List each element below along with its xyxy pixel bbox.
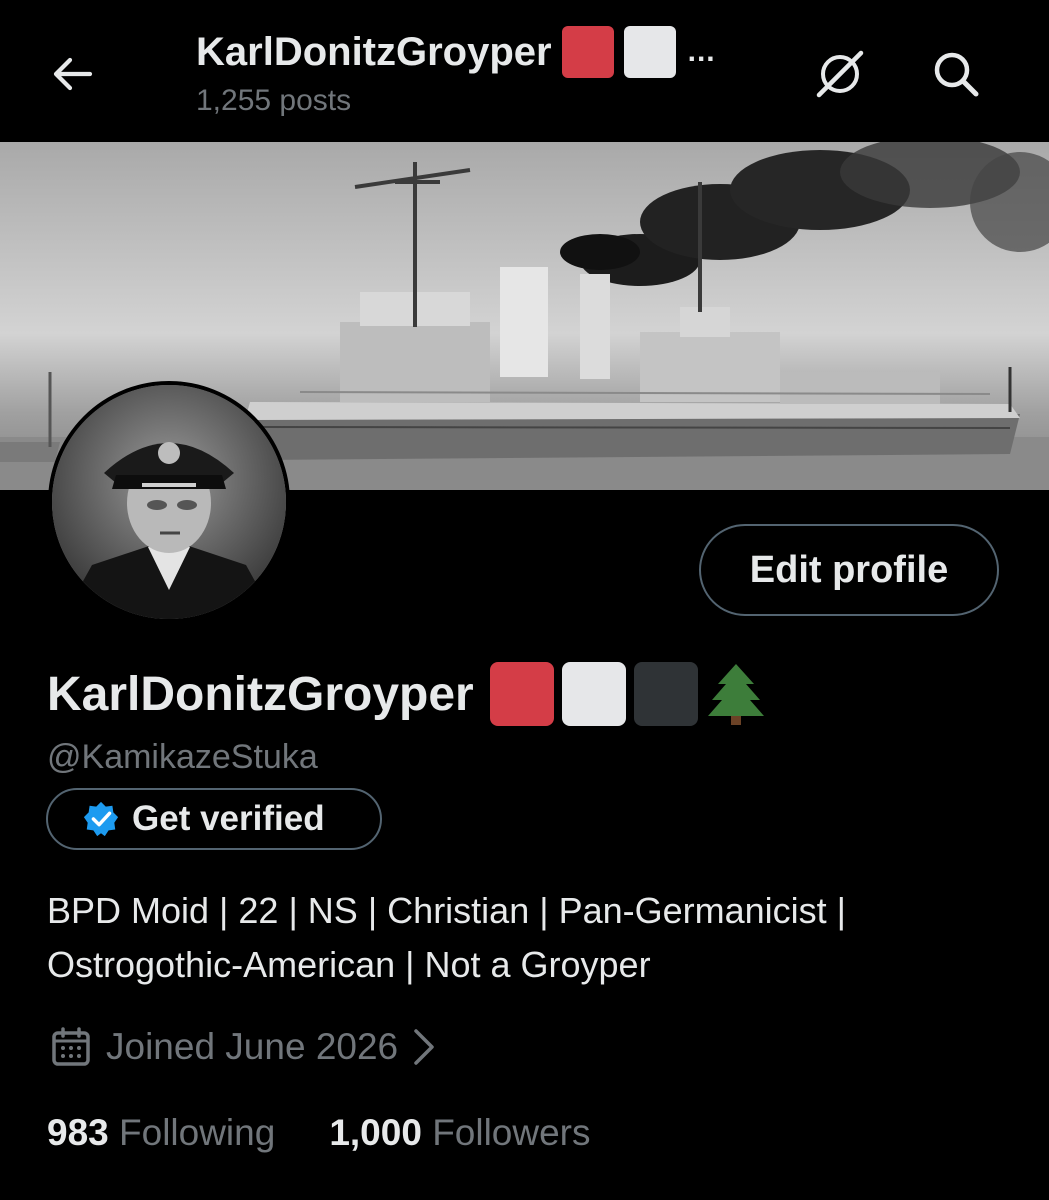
get-verified-button[interactable]: Get verified xyxy=(46,788,382,850)
back-button[interactable] xyxy=(44,48,100,100)
grok-button[interactable] xyxy=(810,44,870,104)
evergreen-tree-emoji xyxy=(707,664,764,725)
display-name-row: KarlDonitzGroyper xyxy=(47,662,766,726)
profile-bio: BPD Moid | 22 | NS | Christian | Pan-Ger… xyxy=(47,884,1007,992)
search-button[interactable] xyxy=(926,44,986,104)
white-square-emoji xyxy=(623,26,676,78)
header-title: KarlDonitzGroyper xyxy=(196,30,552,74)
user-handle: @KamikazeStuka xyxy=(47,738,318,776)
back-arrow-icon xyxy=(53,57,93,91)
red-square-emoji xyxy=(489,662,554,726)
followers-label: Followers xyxy=(432,1112,591,1153)
avatar-portrait-image xyxy=(52,385,286,619)
calendar-icon xyxy=(52,1027,90,1066)
search-icon xyxy=(934,52,979,97)
joined-date: Joined June 2026 xyxy=(106,1026,399,1067)
posts-count: 1,255 posts xyxy=(196,84,352,117)
header-title-line: KarlDonitzGroyper ... xyxy=(196,26,716,78)
top-bar: KarlDonitzGroyper ... 1,255 posts xyxy=(0,0,1049,142)
bio-line-1: BPD Moid | 22 | NS | Christian | Pan-Ger… xyxy=(47,890,847,931)
follow-stats: 983 Following 1,000 Followers xyxy=(47,1112,591,1154)
red-square-emoji xyxy=(561,26,614,78)
joined-date-row[interactable]: Joined June 2026 xyxy=(50,1026,436,1068)
following-count: 983 xyxy=(47,1112,109,1153)
black-square-emoji xyxy=(633,662,698,726)
following-label: Following xyxy=(119,1112,276,1153)
verified-badge-icon xyxy=(83,801,119,837)
bio-line-2: Ostrogothic-American | Not a Groyper xyxy=(47,944,651,985)
followers-count: 1,000 xyxy=(329,1112,422,1153)
title-ellipsis: ... xyxy=(687,35,716,68)
get-verified-label: Get verified xyxy=(132,799,325,838)
chevron-right-icon xyxy=(414,1029,434,1065)
display-name: KarlDonitzGroyper xyxy=(47,667,474,721)
profile-avatar[interactable] xyxy=(48,381,290,623)
followers-link[interactable]: 1,000 Followers xyxy=(329,1112,590,1154)
following-link[interactable]: 983 Following xyxy=(47,1112,275,1154)
white-square-emoji xyxy=(561,662,626,726)
header-title-block: KarlDonitzGroyper ... 1,255 posts xyxy=(196,26,716,118)
edit-profile-button[interactable]: Edit profile xyxy=(699,524,999,616)
grok-icon xyxy=(816,50,864,98)
